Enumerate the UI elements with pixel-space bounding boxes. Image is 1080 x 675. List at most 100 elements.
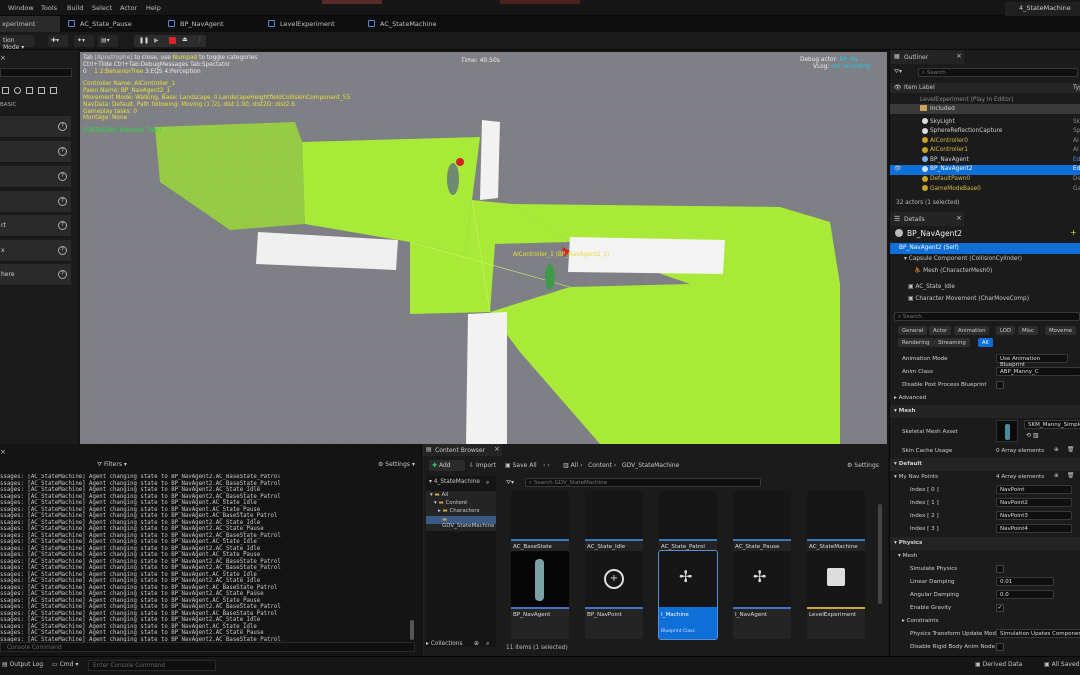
- filter-general[interactable]: General: [898, 326, 928, 335]
- tree-item[interactable]: ▾ ▬ All: [430, 492, 448, 498]
- asset-tile[interactable]: ✢ I_NavAgent: [733, 551, 791, 639]
- component-row[interactable]: ⛹ Mesh (CharacterMesh0): [914, 268, 992, 274]
- outliner-row[interactable]: AIController0 AI: [890, 136, 1080, 146]
- filter-rendering[interactable]: Rendering: [898, 338, 934, 347]
- add-element-icon[interactable]: ⊕: [1054, 447, 1059, 453]
- derived-data-button[interactable]: ▣ Derived Data: [975, 661, 1022, 668]
- help-icon[interactable]: ?: [58, 147, 67, 156]
- help-icon[interactable]: ?: [58, 221, 67, 230]
- add-component-icon[interactable]: +: [1070, 228, 1080, 237]
- outliner-row-selected[interactable]: 👁 BP_NavAgent2 Ed: [890, 164, 1080, 175]
- visual-effects-icon[interactable]: [50, 87, 57, 94]
- settings-button[interactable]: ⚙ Settings: [847, 462, 879, 469]
- asset-tile[interactable]: + BP_NavPoint: [585, 551, 643, 639]
- physics-transform-dropdown[interactable]: Simulation Upates Component Tra: [996, 629, 1080, 638]
- menu-window[interactable]: Window: [8, 4, 34, 12]
- output-log-button[interactable]: ▤ Output Log: [2, 661, 43, 668]
- place-actor-row[interactable]: ?: [0, 116, 71, 138]
- place-actor-row[interactable]: ?: [0, 141, 71, 163]
- help-icon[interactable]: ?: [58, 246, 67, 255]
- component-row[interactable]: ▣ Character Movement (CharMoveComp): [908, 296, 1029, 302]
- close-icon[interactable]: ×: [494, 445, 500, 453]
- filter-misc[interactable]: Misc: [1018, 326, 1038, 335]
- close-icon[interactable]: ×: [0, 54, 10, 62]
- menu-select[interactable]: Select: [92, 4, 112, 12]
- menu-build[interactable]: Build: [67, 4, 83, 12]
- category-icon[interactable]: [2, 87, 9, 94]
- breadcrumb-item[interactable]: All: [571, 462, 578, 469]
- help-icon[interactable]: ?: [58, 122, 67, 131]
- console-input[interactable]: Console Command: [0, 642, 415, 652]
- outliner-row[interactable]: SphereReflectionCapture Sp: [890, 127, 1080, 137]
- delete-icon[interactable]: 🗑: [1067, 447, 1074, 453]
- menu-help[interactable]: Help: [146, 4, 161, 12]
- help-icon[interactable]: ?: [58, 172, 67, 181]
- place-actor-row[interactable]: here?: [0, 264, 71, 286]
- col-item-label[interactable]: Item Label: [904, 85, 935, 91]
- asset-tile[interactable]: BP_NavAgent: [511, 551, 569, 639]
- outliner-row[interactable]: BP_NavAgent Ed: [890, 155, 1080, 165]
- navpoint-dropdown[interactable]: NavPoint3: [996, 511, 1072, 520]
- place-actors-search[interactable]: [0, 68, 72, 77]
- outliner-row[interactable]: Included: [890, 104, 1080, 114]
- disable-rigid-body-checkbox[interactable]: [996, 643, 1004, 651]
- collections-header[interactable]: ▸ Collections ⊕ ⌕: [426, 641, 496, 651]
- disable-pp-checkbox[interactable]: [996, 381, 1004, 389]
- save-all-button[interactable]: ▣ Save All: [505, 462, 537, 469]
- mesh-thumbnail[interactable]: [996, 420, 1018, 442]
- all-saved-button[interactable]: ▣ All Saved: [1044, 661, 1079, 668]
- add-button[interactable]: ✚ Add: [429, 460, 465, 471]
- cinematic-icon[interactable]: [38, 87, 45, 94]
- anim-class-dropdown[interactable]: ABP_Manny_C: [996, 367, 1080, 376]
- section-mesh[interactable]: ▾ Mesh: [890, 405, 1080, 418]
- visibility-icon[interactable]: 👁: [894, 166, 901, 172]
- navpoint-dropdown[interactable]: NavPoint2: [996, 498, 1072, 507]
- level-viewport[interactable]: Tab [Apostrophe] to close, use Numpad to…: [80, 52, 887, 444]
- shape-icon[interactable]: [26, 87, 33, 94]
- breadcrumb-item[interactable]: Content: [588, 462, 612, 469]
- details-search[interactable]: ⌕ Search: [894, 312, 1080, 321]
- outliner-row[interactable]: GameModeBase0 Ga: [890, 184, 1080, 194]
- outliner-row[interactable]: SkyLight Sk: [890, 117, 1080, 127]
- filters-dropdown[interactable]: ⛛ Filters ▾: [97, 461, 127, 469]
- tab-ac-state-pause[interactable]: AC_State_Pause: [68, 16, 132, 32]
- asset-tile-selected[interactable]: ✢ I_Machine Blueprint Class: [658, 550, 718, 640]
- navpoint-dropdown[interactable]: NavPoint: [996, 485, 1072, 494]
- cinematics-button[interactable]: ▤▾: [98, 35, 118, 47]
- animation-mode-dropdown[interactable]: Use Animation Blueprint: [996, 354, 1068, 368]
- search-icon[interactable]: ⌕: [486, 479, 489, 487]
- place-actor-row[interactable]: ?: [0, 191, 71, 213]
- place-actor-row[interactable]: rt?: [0, 215, 71, 237]
- filter-movement[interactable]: Moveme: [1045, 326, 1077, 335]
- close-icon[interactable]: ×: [0, 448, 6, 456]
- project-tab[interactable]: 4_StateMachine: [1005, 2, 1080, 16]
- delete-icon[interactable]: 🗑: [1067, 473, 1074, 479]
- place-actor-row[interactable]: x?: [0, 240, 71, 262]
- outliner-row[interactable]: AIController1 AI: [890, 146, 1080, 156]
- log-scrollbar[interactable]: [410, 620, 414, 640]
- subsection-mesh[interactable]: ▾ Mesh: [890, 550, 1080, 563]
- tab-level[interactable]: xperiment: [0, 16, 60, 32]
- outliner-search[interactable]: ⌕ Search: [918, 68, 1078, 77]
- browse-icon[interactable]: ⟲ ▥: [1026, 432, 1039, 439]
- asset-scrollbar[interactable]: [878, 504, 882, 604]
- more-options-icon[interactable]: ⋮: [197, 36, 203, 43]
- menu-tools[interactable]: Tools: [41, 4, 57, 12]
- light-icon[interactable]: [14, 87, 21, 94]
- tree-item[interactable]: ▸ ▬ Characters: [438, 508, 480, 514]
- filter-streaming[interactable]: Streaming: [934, 338, 970, 347]
- component-row-selected[interactable]: BP_NavAgent2 (Self): [890, 243, 1080, 254]
- tree-item-selected[interactable]: ▬ GDV_StateMachine: [426, 516, 496, 529]
- settings-button[interactable]: ⚙ Settings ▾: [378, 461, 415, 468]
- tree-item[interactable]: ▾ ▬ Content: [434, 500, 467, 506]
- filter-all[interactable]: All: [978, 338, 993, 347]
- cmd-dropdown[interactable]: ▭ Cmd ▾: [52, 661, 78, 668]
- content-browser-tab[interactable]: ▤ Content Browser ×: [422, 444, 502, 456]
- help-icon[interactable]: ?: [58, 270, 67, 279]
- tab-levelexperiment[interactable]: LevelExperiment: [268, 16, 335, 32]
- eject-icon[interactable]: ⏏: [182, 36, 188, 43]
- console-command-input[interactable]: Enter Console Command: [88, 660, 216, 671]
- add-element-icon[interactable]: ⊕: [1054, 473, 1059, 479]
- angular-damping-input[interactable]: 0.0: [996, 590, 1054, 599]
- tree-root[interactable]: ▾ 4_StateMachine: [429, 479, 480, 485]
